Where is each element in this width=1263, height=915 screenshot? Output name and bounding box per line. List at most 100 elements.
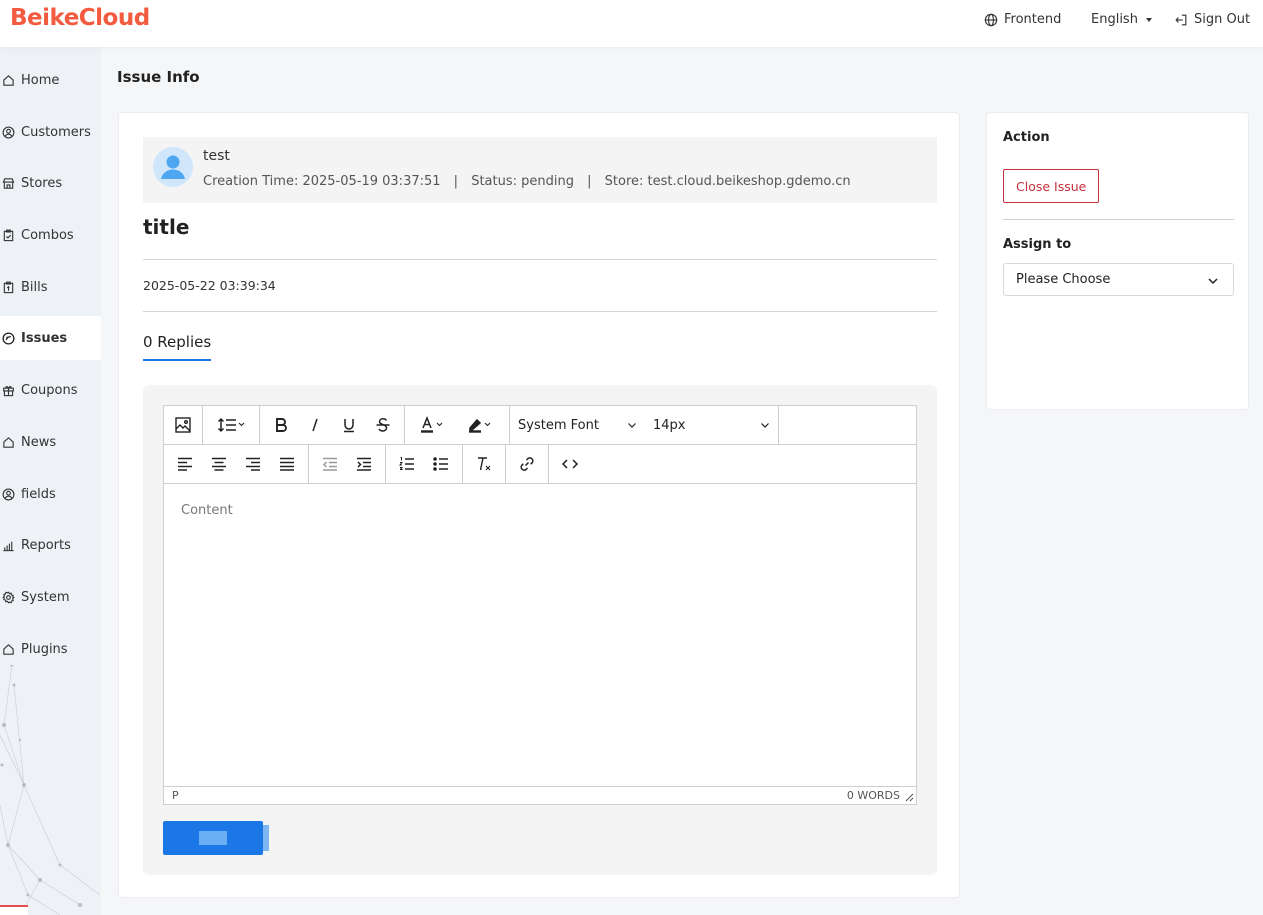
obscured-label <box>263 825 269 851</box>
indent-icon <box>357 457 371 471</box>
submit-reply-button[interactable] <box>163 821 269 855</box>
rich-text-editor: System Font 14px Content P 0 WORDS <box>163 405 917 805</box>
ordered-list-button[interactable] <box>392 449 422 479</box>
frontend-link[interactable]: Frontend <box>984 12 1061 27</box>
highlight-color-button[interactable] <box>459 410 503 440</box>
toolbar-group: System Font 14px <box>510 405 779 445</box>
language-dropdown[interactable]: English <box>1091 12 1152 27</box>
align-left-button[interactable] <box>170 449 200 479</box>
sidebar-item-bills[interactable]: Bills <box>0 265 101 309</box>
home-icon <box>3 643 14 655</box>
user-circle-icon <box>2 488 15 500</box>
sidebar-item-stores[interactable]: Stores <box>0 161 101 205</box>
assign-to-select[interactable]: Please Choose <box>1003 263 1234 296</box>
align-justify-icon <box>280 457 294 471</box>
insert-image-button[interactable] <box>168 410 198 440</box>
sidebar-item-label: Stores <box>21 175 63 191</box>
highlight-icon <box>469 418 491 433</box>
editor-statusbar: P 0 WORDS <box>164 786 916 804</box>
sidebar-item-combos[interactable]: Combos <box>0 213 101 257</box>
resize-handle-icon[interactable] <box>905 793 914 802</box>
italic-icon <box>312 418 318 432</box>
sidebar-item-reports[interactable]: Reports <box>0 523 101 567</box>
language-label: English <box>1091 12 1138 27</box>
sidebar-item-news[interactable]: News <box>0 420 101 464</box>
indent-button[interactable] <box>349 449 379 479</box>
issue-store: Store: test.cloud.beikeshop.gdemo.cn <box>604 174 851 189</box>
sidebar: Home Customers Stores Combos Bills Issue… <box>0 47 101 915</box>
line-height-button[interactable] <box>209 410 253 440</box>
bullet-list-button[interactable] <box>426 449 456 479</box>
underline-button[interactable] <box>334 410 364 440</box>
editor-content-area[interactable]: Content <box>164 485 916 787</box>
page-title: Issue Info <box>117 68 200 86</box>
sign-out-label: Sign Out <box>1194 12 1251 27</box>
brand-logo[interactable]: BeikeCloud <box>10 5 150 31</box>
sidebar-item-home[interactable]: Home <box>0 58 101 102</box>
reply-form: System Font 14px Content P 0 WORDS <box>143 385 937 875</box>
chevron-down-icon <box>628 423 636 428</box>
issue-meta: Creation Time: 2025-05-19 03:37:51 | Sta… <box>203 174 851 189</box>
outdent-icon <box>322 457 337 471</box>
element-path[interactable]: P <box>172 789 179 802</box>
collapse-indicator <box>0 905 28 915</box>
align-right-icon <box>246 457 260 471</box>
editor-toolbar-row: System Font 14px <box>164 405 916 445</box>
clear-format-button[interactable] <box>469 449 499 479</box>
bill-icon <box>3 281 14 293</box>
sidebar-item-coupons[interactable]: Coupons <box>0 368 101 412</box>
italic-button[interactable] <box>300 410 330 440</box>
clear-format-icon <box>478 457 491 471</box>
toolbar-group <box>405 405 510 445</box>
outdent-button[interactable] <box>315 449 345 479</box>
bullet-list-icon <box>433 457 448 471</box>
issue-status: Status: pending <box>471 174 574 189</box>
font-size-select[interactable]: 14px <box>645 410 778 440</box>
divider <box>143 259 937 260</box>
toolbar-group <box>386 444 463 484</box>
divider <box>143 311 937 312</box>
align-justify-button[interactable] <box>272 449 302 479</box>
obscured-label <box>199 831 227 845</box>
font-family-select[interactable]: System Font <box>510 410 645 440</box>
user-avatar-icon <box>161 155 185 179</box>
sidebar-item-label: Combos <box>21 227 74 243</box>
sidebar-item-system[interactable]: System <box>0 575 101 619</box>
creation-time: Creation Time: 2025-05-19 03:37:51 <box>203 174 441 189</box>
insert-link-button[interactable] <box>512 449 542 479</box>
toolbar-group <box>164 405 203 445</box>
sidebar-item-fields[interactable]: fields <box>0 472 101 516</box>
align-right-button[interactable] <box>238 449 268 479</box>
sidebar-item-customers[interactable]: Customers <box>0 110 101 154</box>
sidebar-item-label: Home <box>21 72 60 88</box>
sidebar-item-label: Issues <box>21 330 68 346</box>
tab-replies[interactable]: 0 Replies <box>143 333 212 361</box>
source-code-button[interactable] <box>555 449 585 479</box>
link-icon <box>520 457 534 471</box>
toolbar-group <box>549 445 591 484</box>
network-decoration <box>0 665 101 915</box>
chevron-down-icon <box>761 423 769 428</box>
strikethrough-button[interactable] <box>368 410 398 440</box>
bold-button[interactable] <box>266 410 296 440</box>
ordered-list-icon <box>398 457 414 470</box>
frontend-label: Frontend <box>1004 12 1062 27</box>
issue-card: test Creation Time: 2025-05-19 03:37:51 … <box>118 112 960 898</box>
meta-separator: | <box>587 174 592 189</box>
text-color-button[interactable] <box>411 410 455 440</box>
toolbar-group <box>463 444 506 484</box>
issue-date: 2025-05-22 03:39:34 <box>143 278 276 293</box>
toolbar-group <box>309 444 386 484</box>
clipboard-check-icon <box>3 229 14 241</box>
gear-icon <box>2 590 15 604</box>
line-height-icon <box>217 417 245 433</box>
top-header: BeikeCloud Frontend English Sign Out <box>0 0 1263 47</box>
close-issue-button[interactable]: Close Issue <box>1003 169 1100 203</box>
store-icon <box>2 177 15 189</box>
align-center-button[interactable] <box>204 449 234 479</box>
sidebar-item-issues[interactable]: Issues <box>0 316 101 360</box>
divider <box>1003 219 1234 220</box>
user-circle-icon <box>2 126 15 138</box>
sidebar-item-label: System <box>21 589 70 605</box>
sign-out-link[interactable]: Sign Out <box>1174 12 1250 27</box>
